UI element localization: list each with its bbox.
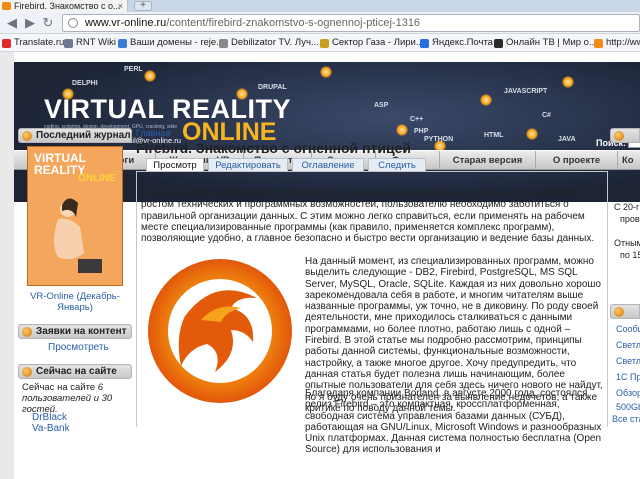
- online-now-header: Сейчас на сайте: [18, 364, 132, 379]
- tab-view[interactable]: Просмотр: [146, 158, 204, 171]
- bookmarks-bar: Translate.ru RNT Wiki Ваши домены - reje…: [0, 34, 640, 52]
- url-path: /content/firebird-znakomstvo-s-ognennoj-…: [166, 17, 421, 29]
- right-box-link[interactable]: Сообщ: [616, 324, 640, 334]
- right-box-link[interactable]: Светла: [616, 340, 640, 350]
- header-glow-icon: [144, 70, 156, 82]
- browser-tab-active[interactable]: Firebird. Знакомство с о... ×: [0, 0, 128, 12]
- latest-journal-header: Последний журнал: [18, 128, 132, 143]
- reload-icon[interactable]: ↻: [40, 15, 56, 31]
- tech-label: ASP: [374, 102, 389, 109]
- header-glow-icon: [562, 76, 574, 88]
- right-box-text: по 15: [620, 250, 640, 260]
- bullet-orb-icon: [614, 131, 624, 141]
- online-user-link[interactable]: Va-Bank: [32, 423, 70, 434]
- bookmark-item[interactable]: http://ww: [594, 34, 640, 51]
- bookmark-item[interactable]: Ваши домены - reje...: [118, 34, 225, 51]
- tech-label: C++: [410, 116, 424, 123]
- online-user-link[interactable]: DrBlack: [32, 412, 67, 423]
- back-arrow-icon[interactable]: ◀: [4, 15, 20, 31]
- bookmark-item[interactable]: Онлайн ТВ | Мир о...: [494, 34, 597, 51]
- page-title: Firebird. Знакомство с огненной птицей: [136, 140, 411, 156]
- view-requests-link[interactable]: Просмотреть: [48, 342, 109, 353]
- right-box-link[interactable]: 500Gb: [616, 402, 640, 412]
- bookmark-favicon-icon: [219, 39, 228, 48]
- latest-journal-title: Последний журнал: [36, 130, 131, 141]
- address-bar[interactable]: www.vr-online.ru/content/firebird-znakom…: [62, 14, 640, 32]
- journal-cover-image[interactable]: VIRTUAL REALITY ONLINE: [27, 146, 123, 286]
- globe-icon: [68, 18, 78, 28]
- bookmark-favicon-icon: [118, 39, 127, 48]
- forward-arrow-icon[interactable]: ▶: [22, 15, 38, 31]
- bookmark-item[interactable]: Translate.ru: [2, 34, 65, 51]
- online-now-title: Сейчас на сайте: [36, 366, 117, 377]
- bookmark-favicon-icon: [320, 39, 329, 48]
- right-box-link[interactable]: Обзор: [616, 388, 640, 398]
- breadcrumb[interactable]: Главная: [136, 128, 170, 138]
- bookmark-label: Debilizator TV. Луч...: [231, 37, 319, 48]
- header-glow-icon: [480, 94, 492, 106]
- bookmark-item[interactable]: Debilizator TV. Луч...: [219, 34, 319, 51]
- content-requests-title: Заявки на контент: [36, 326, 127, 337]
- bookmark-label: http://ww: [606, 37, 640, 48]
- firebird-logo-icon: [148, 259, 292, 403]
- article-body: В наше время, информация принимает роль …: [136, 171, 608, 455]
- tech-label: JAVASCRIPT: [504, 88, 548, 95]
- article-paragraph: Благодаря компании Borland, в августе 20…: [305, 388, 602, 456]
- tech-label: DELPHI: [72, 80, 98, 87]
- site-favicon-icon: [2, 2, 11, 10]
- tab-contents[interactable]: Оглавление: [292, 158, 364, 171]
- bookmark-item[interactable]: RNT Wiki: [64, 34, 116, 51]
- right-box-text: С 20-г: [614, 202, 640, 212]
- tab-follow[interactable]: Следить: [368, 158, 426, 171]
- bookmark-item[interactable]: Сектор Газа - Лири...: [320, 34, 424, 51]
- browser-tab-title: Firebird. Знакомство с о...: [14, 1, 121, 11]
- url-host: www.vr-online.ru: [85, 17, 167, 29]
- journal-caption-link[interactable]: VR-Online (Декабрь-Январь): [18, 291, 132, 313]
- tab-edit[interactable]: Редактировать: [208, 158, 288, 171]
- right-box-link[interactable]: 1С Пр: [616, 372, 640, 382]
- bookmark-label: Сектор Газа - Лири...: [332, 37, 424, 48]
- online-now-text: Сейчас на сайте 6 пользователей и 30 гос…: [22, 382, 130, 415]
- browser-tab-bar: Firebird. Знакомство с о... × +: [0, 0, 640, 12]
- tech-label: C#: [542, 112, 551, 119]
- bookmark-label: Ваши домены - reje...: [130, 37, 225, 48]
- right-box-text: Отным: [614, 238, 640, 248]
- new-tab-button[interactable]: +: [134, 1, 152, 11]
- right-box-link[interactable]: Светла: [616, 356, 640, 366]
- bookmark-label: RNT Wiki: [76, 37, 116, 48]
- bookmark-favicon-icon: [64, 39, 73, 48]
- bookmark-favicon-icon: [420, 39, 429, 48]
- bookmark-favicon-icon: [494, 39, 503, 48]
- close-tab-icon[interactable]: ×: [118, 0, 123, 12]
- tech-label: DRUPAL: [258, 84, 287, 91]
- bookmark-label: Яндекс.Почта: [432, 37, 493, 48]
- left-sidebar: Последний журнал VIRTUAL REALITY ONLINE …: [18, 128, 132, 434]
- bookmark-favicon-icon: [2, 39, 11, 48]
- bullet-orb-icon: [22, 367, 32, 377]
- bookmark-item[interactable]: Яндекс.Почта: [420, 34, 493, 51]
- main-content: Главная Firebird. Знакомство с огненной …: [136, 128, 608, 455]
- bookmark-label: Translate.ru: [14, 37, 65, 48]
- page-left-margin: [0, 52, 14, 479]
- cover-figure-icon: [54, 198, 102, 273]
- bookmark-label: Онлайн ТВ | Мир о...: [506, 37, 597, 48]
- bullet-orb-icon: [614, 307, 624, 317]
- right-box-text: прове: [620, 214, 640, 224]
- header-glow-icon: [320, 66, 332, 78]
- tech-label: PERL: [124, 66, 143, 73]
- online-text-prefix: Сейчас на сайте: [22, 382, 98, 393]
- right-box-header: [610, 304, 640, 319]
- content-requests-header: Заявки на контент: [18, 324, 132, 339]
- right-sidebar: С 20-г прове Отным по 15 Сообщ Светла Св…: [610, 128, 640, 427]
- right-box-header: [610, 128, 640, 143]
- bullet-orb-icon: [22, 131, 32, 141]
- browser-toolbar: ◀ ▶ ↻ www.vr-online.ru/content/firebird-…: [0, 12, 640, 34]
- right-box-link[interactable]: Все ста: [612, 414, 640, 424]
- bookmark-favicon-icon: [594, 39, 603, 48]
- article-paragraph: В наше время, информация принимает роль …: [141, 188, 595, 245]
- bullet-orb-icon: [22, 327, 32, 337]
